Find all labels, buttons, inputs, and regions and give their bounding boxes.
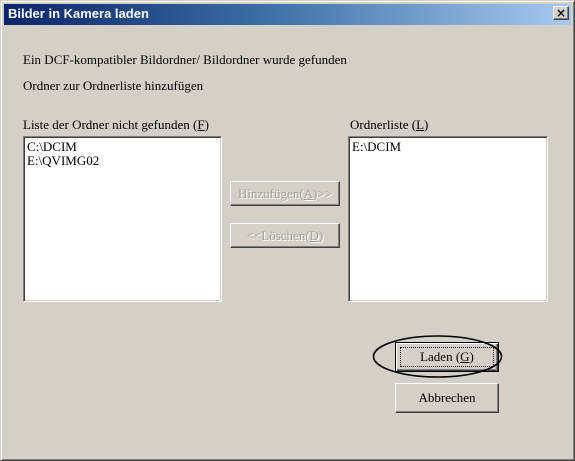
add-instruction: Ordner zur Ordnerliste hinzufügen <box>23 78 204 93</box>
add-button-accel: A <box>303 186 314 201</box>
delete-button-prefix: <<Löschen( <box>246 228 310 243</box>
add-button-prefix: Hinzufügen( <box>237 186 304 201</box>
close-button[interactable]: × <box>553 6 569 20</box>
not-found-list-label: Liste der Ordner nicht gefunden (F) <box>23 117 209 133</box>
folder-list-label: Ordnerliste (L) <box>350 117 428 133</box>
list-item[interactable]: E:\QVIMG02 <box>27 154 218 168</box>
add-button[interactable]: Hinzufügen(A)>> <box>230 181 340 206</box>
focus-indicator <box>400 347 494 367</box>
folder-list-label-suffix: ) <box>424 117 429 132</box>
delete-button-accel: D <box>309 228 320 243</box>
folder-list[interactable]: E:\DCIM <box>348 136 548 302</box>
add-button-suffix: )>> <box>313 186 333 201</box>
folder-list-label-accel: L <box>416 117 425 132</box>
list-item[interactable]: E:\DCIM <box>352 140 544 154</box>
window-title: Bilder in Kamera laden <box>8 6 149 21</box>
found-message: Ein DCF-kompatibler Bildordner/ Bildordn… <box>23 52 347 67</box>
not-found-list-label-prefix: Liste der Ordner nicht gefunden ( <box>23 117 198 132</box>
delete-button-suffix: ) <box>319 228 324 243</box>
load-button[interactable]: Laden (G) <box>395 342 499 372</box>
close-icon: × <box>555 6 567 20</box>
not-found-folder-list[interactable]: C:\DCIM E:\QVIMG02 <box>23 136 222 302</box>
not-found-list-label-accel: F <box>197 117 205 132</box>
title-bar[interactable]: Bilder in Kamera laden × <box>4 4 571 25</box>
dialog-window: Bilder in Kamera laden × Ein DCF-kompati… <box>0 0 575 461</box>
list-item[interactable]: C:\DCIM <box>27 140 218 154</box>
cancel-button[interactable]: Abbrechen <box>395 383 499 413</box>
not-found-list-label-suffix: ) <box>204 117 209 132</box>
delete-button[interactable]: <<Löschen(D) <box>230 223 340 248</box>
folder-list-label-prefix: Ordnerliste ( <box>350 117 417 132</box>
